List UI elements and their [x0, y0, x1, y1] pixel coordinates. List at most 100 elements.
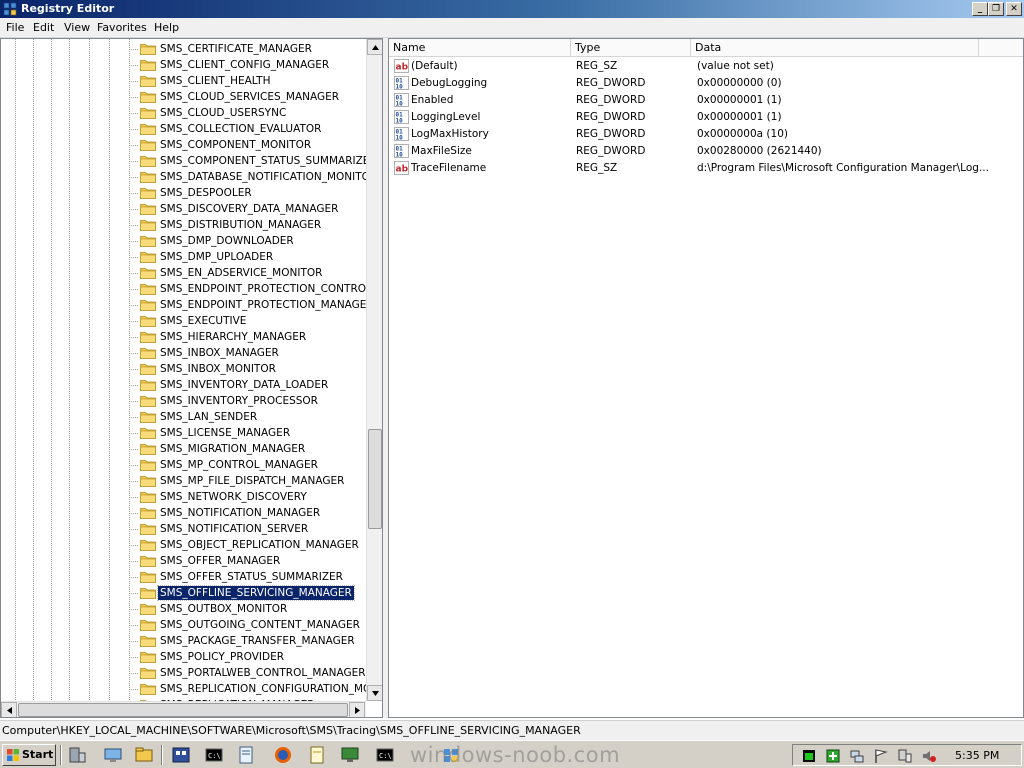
network-status-icon[interactable] — [849, 748, 865, 764]
command-prompt-icon[interactable]: C:\ — [203, 745, 225, 765]
folder-icon — [140, 268, 156, 279]
column-header-data[interactable]: Data — [691, 39, 979, 57]
tree-item-label: SMS_LAN_SENDER — [160, 411, 258, 423]
value-row[interactable]: ab TraceFilename REG_SZ d:\Program Files\Mi… — [389, 160, 1023, 177]
svg-text:10: 10 — [396, 84, 404, 91]
tree-item-label: SMS_COMPONENT_MONITOR — [160, 139, 312, 151]
tree-horizontal-scrollbar[interactable] — [1, 701, 366, 717]
value-row[interactable]: 01 10 MaxFileSize REG_DWORD 0x00280000 (2621… — [389, 143, 1023, 160]
registry-editor-icon — [3, 2, 17, 16]
command-prompt-icon[interactable]: C:\ — [374, 745, 396, 765]
folder-icon — [140, 92, 156, 103]
value-row[interactable]: ab (Default) REG_SZ (value not set) — [389, 58, 1023, 75]
tree-connector — [129, 353, 139, 354]
scroll-thumb[interactable] — [368, 429, 382, 529]
value-row[interactable]: 01 10 LoggingLevel REG_DWORD 0x00000001 (1) — [389, 109, 1023, 126]
volume-muted-icon[interactable] — [921, 748, 937, 764]
folder-icon — [140, 588, 156, 599]
tree-connector — [129, 145, 139, 146]
security-shield-icon[interactable] — [825, 748, 841, 764]
firefox-icon[interactable] — [272, 745, 294, 765]
devices-icon[interactable] — [897, 748, 913, 764]
scroll-down-button[interactable] — [367, 685, 382, 701]
start-button[interactable]: Start — [2, 744, 56, 766]
value-row[interactable]: 01 10 DebugLogging REG_DWORD 0x00000000 (0) — [389, 75, 1023, 92]
folder-icon — [140, 668, 156, 679]
tree-item-label: SMS_CLIENT_CONFIG_MANAGER — [160, 59, 330, 71]
close-button[interactable]: ✕ — [1006, 2, 1022, 16]
server-manager-icon[interactable] — [66, 745, 88, 765]
key-tree-pane[interactable]: SMS_CERTIFICATE_MANAGER SMS_CLIENT_CONFIG… — [0, 38, 383, 718]
maximize-button[interactable]: ❐ — [988, 2, 1004, 16]
tree-guide-line — [89, 39, 90, 701]
menu-favorites[interactable]: Favorites — [97, 21, 147, 34]
tree-connector — [129, 481, 139, 482]
tree-item-label: SMS_OUTBOX_MONITOR — [160, 603, 288, 615]
tree-connector — [129, 513, 139, 514]
tree-item-label: SMS_CLIENT_HEALTH — [160, 75, 271, 87]
folder-icon — [140, 636, 156, 647]
tree-connector — [129, 465, 139, 466]
scroll-left-button[interactable] — [1, 702, 17, 717]
value-row[interactable]: 01 10 LogMaxHistory REG_DWORD 0x0000000a (10… — [389, 126, 1023, 143]
tree-item-label: SMS_CLOUD_USERSYNC — [160, 107, 287, 119]
menu-file[interactable]: File — [6, 21, 24, 34]
tree-item-label: SMS_COLLECTION_EVALUATOR — [160, 123, 322, 135]
performance-icon[interactable] — [801, 748, 817, 764]
value-data: 0x00000000 (0) — [697, 77, 782, 89]
folder-icon — [140, 412, 156, 423]
folder-icon — [140, 76, 156, 87]
tree-connector — [129, 209, 139, 210]
tree-item-label: SMS_DESPOOLER — [160, 187, 252, 199]
value-row[interactable]: 01 10 Enabled REG_DWORD 0x00000001 (1) — [389, 92, 1023, 109]
tree-connector — [129, 65, 139, 66]
binary-value-icon: 0110 — [394, 93, 409, 107]
value-type: REG_DWORD — [576, 77, 646, 89]
menu-view[interactable]: View — [64, 21, 90, 34]
tree-connector — [129, 625, 139, 626]
scroll-up-button[interactable] — [367, 39, 382, 55]
tree-connector — [129, 657, 139, 658]
tree-connector — [129, 385, 139, 386]
value-data: 0x00280000 (2621440) — [697, 145, 822, 157]
tree-item-label: SMS_DMP_UPLOADER — [160, 251, 274, 263]
tree-vertical-scrollbar[interactable] — [366, 39, 382, 701]
scroll-right-button[interactable] — [349, 702, 365, 717]
document-icon[interactable] — [306, 745, 328, 765]
menu-help[interactable]: Help — [154, 21, 179, 34]
values-list-pane[interactable]: Name Type Data ab (Default) REG_SZ (value n… — [388, 38, 1024, 718]
tree-connector — [129, 545, 139, 546]
value-type: REG_DWORD — [576, 145, 646, 157]
scroll-thumb[interactable] — [18, 703, 348, 717]
notepad-icon[interactable] — [235, 745, 257, 765]
value-data: 0x0000000a (10) — [697, 128, 788, 140]
explorer-icon[interactable] — [133, 745, 155, 765]
arrow-left-icon — [7, 707, 12, 714]
clock[interactable]: 5:35 PM — [955, 749, 999, 762]
system-tray: 5:35 PM — [792, 744, 1022, 766]
tree-connector — [129, 225, 139, 226]
tree-connector — [129, 49, 139, 50]
column-header-name[interactable]: Name — [389, 39, 571, 57]
folder-icon — [140, 124, 156, 135]
tree-connector — [129, 433, 139, 434]
arrow-right-icon — [355, 707, 360, 714]
folder-icon — [140, 204, 156, 215]
folder-icon — [140, 604, 156, 615]
menu-edit[interactable]: Edit — [33, 21, 54, 34]
folder-icon — [140, 684, 156, 695]
tree-item-label: SMS_OFFER_MANAGER — [160, 555, 281, 567]
value-name: Enabled — [411, 94, 454, 106]
remote-desktop-icon[interactable] — [339, 745, 361, 765]
tree-item-label: SMS_INVENTORY_PROCESSOR — [160, 395, 318, 407]
arrow-up-icon — [372, 45, 379, 50]
folder-icon — [140, 332, 156, 343]
value-name: (Default) — [411, 60, 458, 72]
title-bar[interactable]: Registry Editor _ ❐ ✕ — [0, 0, 1024, 18]
app-window-icon[interactable] — [170, 745, 192, 765]
column-header-type[interactable]: Type — [571, 39, 691, 57]
network-icon[interactable] — [102, 745, 124, 765]
action-center-flag-icon[interactable] — [873, 748, 889, 764]
minimize-button[interactable]: _ — [972, 2, 988, 16]
tree-item-label: SMS_MP_FILE_DISPATCH_MANAGER — [160, 475, 345, 487]
